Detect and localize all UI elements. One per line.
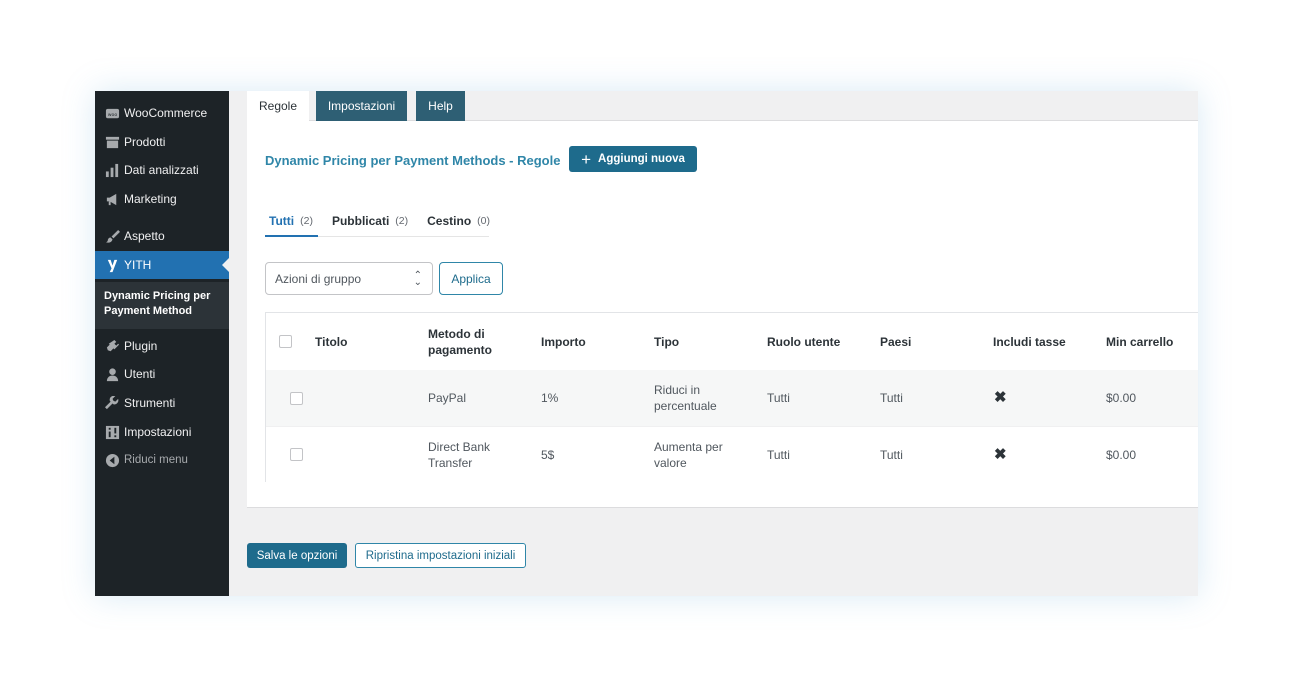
bulk-actions-select[interactable]: Azioni di gruppo ⌃ ⌄ <box>265 262 433 295</box>
paintbrush-icon <box>95 229 124 244</box>
rule-type: Riduci in percentuale <box>654 383 717 413</box>
sidebar-item-aspetto[interactable]: Aspetto <box>95 222 229 250</box>
sidebar-item-strumenti[interactable]: Strumenti <box>95 389 229 417</box>
settings-tabs: Regole Impostazioni Help <box>247 91 1198 121</box>
column-header[interactable]: Titolo <box>315 313 347 370</box>
column-header[interactable]: Min carrello <box>1106 313 1173 370</box>
countries: Tutti <box>880 447 903 462</box>
column-header[interactable]: Tipo <box>654 313 679 370</box>
payment-method: Direct Bank Transfer <box>428 439 491 470</box>
amount: 1% <box>541 391 559 405</box>
cross-icon: ✖ <box>994 389 1007 406</box>
reset-defaults-button[interactable]: Ripristina impostazioni iniziali <box>355 543 526 568</box>
payment-method: PayPal <box>428 391 467 405</box>
column-header[interactable]: Importo <box>541 313 586 370</box>
rules-table: Titolo Metodo di pagamento Importo Tipo … <box>265 312 1198 482</box>
filter-cestino[interactable]: Cestino (0) <box>423 213 495 237</box>
sidebar-item-prodotti[interactable]: Prodotti <box>95 128 229 156</box>
products-icon <box>95 135 124 150</box>
plugin-icon <box>95 339 124 354</box>
sidebar-item-plugin[interactable]: Plugin <box>95 332 229 360</box>
sidebar-item-yith[interactable]: YITH <box>95 251 229 279</box>
cross-icon: ✖ <box>994 445 1007 463</box>
wrench-icon <box>95 395 124 411</box>
save-options-button[interactable]: Salva le opzioni <box>247 543 347 568</box>
table-row[interactable]: Direct Bank Transfer 5$ Aumenta per valo… <box>266 426 1198 482</box>
select-arrows-icon: ⌃ ⌄ <box>413 270 422 288</box>
sidebar-item-dati-analizzati[interactable]: Dati analizzati <box>95 156 229 184</box>
status-filters: Tutti (2) Pubblicati (2) Cestino (0) <box>265 213 505 237</box>
column-header[interactable]: Includi tasse <box>993 313 1066 370</box>
sidebar-collapse-menu[interactable]: Riduci menu <box>95 446 229 474</box>
rule-type: Aumenta per valore <box>654 439 723 470</box>
amount: 5$ <box>541 447 555 462</box>
table-row[interactable]: PayPal 1% Riduci in percentuale Tutti Tu… <box>266 370 1198 426</box>
filter-tutti[interactable]: Tutti (2) <box>265 213 318 237</box>
sidebar-item-marketing[interactable]: Marketing <box>95 185 229 213</box>
tab-impostazioni[interactable]: Impostazioni <box>316 91 407 121</box>
collapse-icon <box>95 453 124 468</box>
tab-regole[interactable]: Regole <box>247 91 309 121</box>
min-cart: $0.00 <box>1106 447 1137 462</box>
column-header[interactable]: Paesi <box>880 313 911 370</box>
select-all-checkbox[interactable] <box>279 313 292 370</box>
admin-window: woo WooCommerce Prodotti Dati analizzati… <box>95 91 1198 596</box>
add-new-button[interactable]: + Aggiungi nuova <box>569 146 697 172</box>
page-title: Dynamic Pricing per Payment Methods - Re… <box>265 153 561 168</box>
column-header[interactable]: Metodo di pagamento <box>428 313 508 370</box>
user-icon <box>95 367 124 382</box>
table-header: Titolo Metodo di pagamento Importo Tipo … <box>266 313 1198 370</box>
sidebar-item-woocommerce[interactable]: woo WooCommerce <box>95 99 229 127</box>
countries: Tutti <box>880 391 903 405</box>
megaphone-icon <box>95 192 124 207</box>
rules-panel: Dynamic Pricing per Payment Methods - Re… <box>247 121 1198 508</box>
settings-icon <box>95 425 124 440</box>
plus-icon: + <box>581 149 592 169</box>
admin-sidebar: woo WooCommerce Prodotti Dati analizzati… <box>95 91 229 596</box>
sidebar-item-impostazioni[interactable]: Impostazioni <box>95 418 229 446</box>
tab-help[interactable]: Help <box>416 91 465 121</box>
user-role: Tutti <box>767 391 790 405</box>
user-role: Tutti <box>767 447 790 462</box>
apply-button[interactable]: Applica <box>439 262 503 295</box>
yith-icon <box>95 258 124 273</box>
footer-actions: Salva le opzioni Ripristina impostazioni… <box>247 543 526 568</box>
woocommerce-icon: woo <box>95 106 124 121</box>
row-checkbox[interactable] <box>290 370 303 426</box>
svg-text:woo: woo <box>108 112 118 117</box>
min-cart: $0.00 <box>1106 391 1137 405</box>
bar-chart-icon <box>95 163 124 178</box>
row-checkbox[interactable] <box>290 427 303 482</box>
sidebar-submenu-dynamic-pricing[interactable]: Dynamic Pricing per Payment Method <box>95 282 229 329</box>
filter-pubblicati[interactable]: Pubblicati (2) <box>328 213 413 237</box>
sidebar-item-utenti[interactable]: Utenti <box>95 360 229 388</box>
column-header[interactable]: Ruolo utente <box>767 313 840 370</box>
